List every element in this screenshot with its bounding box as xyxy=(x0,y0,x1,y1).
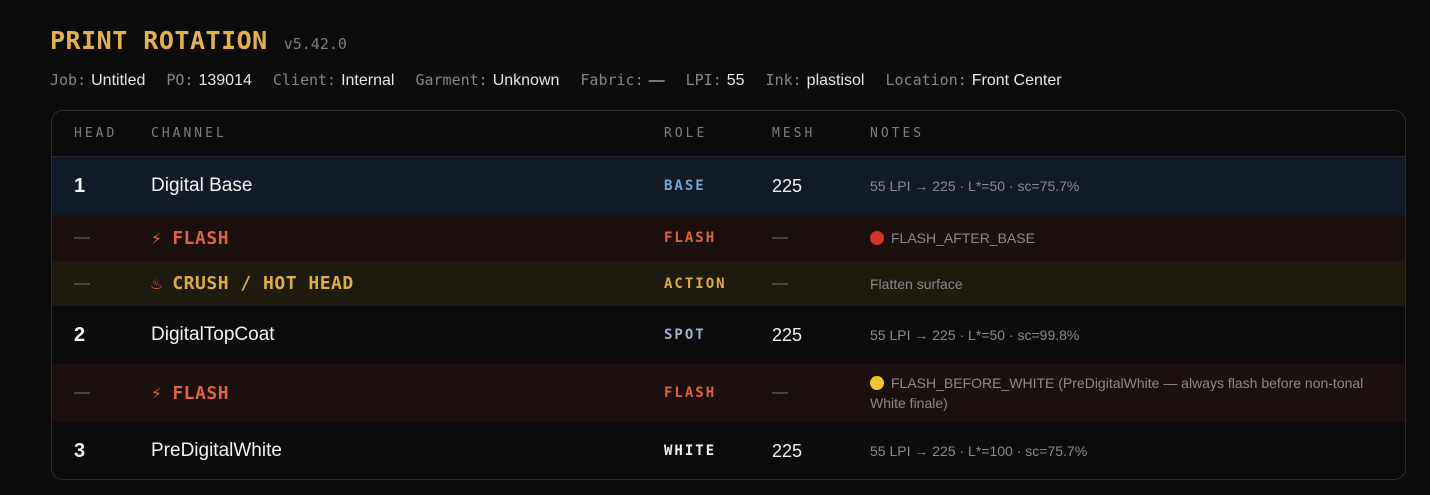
notes-text: FLASH_AFTER_BASE xyxy=(891,230,1035,246)
mesh-value: — xyxy=(772,274,788,292)
mesh-value: — xyxy=(772,229,788,246)
version-label: v5.42.0 xyxy=(283,35,347,53)
meta-client: Client: Internal xyxy=(272,71,395,89)
notes-text: 55 LPI → 225 · L*=100 · sc=75.7% xyxy=(870,443,1088,459)
mesh-value: 225 xyxy=(772,324,803,345)
header: PRINT ROTATION v5.42.0 Job: Untitled PO: 1… xyxy=(50,26,1083,90)
mesh-value: 225 xyxy=(772,440,803,461)
meta-po: PO: 139014 xyxy=(166,71,252,89)
yellow-circle-icon xyxy=(870,376,884,390)
channel-name: FLASH xyxy=(172,227,230,249)
meta-ink: Ink: plastisol xyxy=(765,71,865,89)
channel-name: PreDigitalWhite xyxy=(151,440,282,461)
table-header: HEAD CHANNEL ROLE MESH NOTES xyxy=(52,111,1405,157)
head-empty: — xyxy=(74,229,90,246)
head-empty: — xyxy=(74,274,90,292)
table-row[interactable]: 2 DigitalTopCoat SPOT 225 55 LPI → 225 ·… xyxy=(52,306,1405,364)
meta-job: Job: Untitled xyxy=(50,71,146,89)
table-row-flash[interactable]: — ⚡ FLASH FLASH — FLASH_BEFORE_WHITE (Pre… xyxy=(52,364,1405,422)
table-row[interactable]: 1 Digital Base BASE 225 55 LPI → 225 · L… xyxy=(52,157,1405,215)
lightning-icon: ⚡ xyxy=(151,382,163,404)
notes-text: 55 LPI → 225 · L*=50 · sc=75.7% xyxy=(870,178,1080,194)
channel-name: Digital Base xyxy=(151,175,253,196)
head-empty: — xyxy=(74,384,90,401)
table-row[interactable]: 3 PreDigitalWhite WHITE 225 55 LPI → 225… xyxy=(52,422,1405,479)
role-badge: FLASH xyxy=(664,230,717,246)
channel-name: FLASH xyxy=(172,382,230,404)
column-header-notes: NOTES xyxy=(870,126,925,141)
head-number: 3 xyxy=(74,439,86,462)
role-badge: WHITE xyxy=(664,443,717,459)
role-badge: SPOT xyxy=(664,327,706,343)
head-number: 1 xyxy=(74,174,86,197)
rotation-table: HEAD CHANNEL ROLE MESH NOTES 1 Digital B… xyxy=(51,110,1406,480)
page-title: PRINT ROTATION xyxy=(50,26,268,55)
job-meta-bar: Job: Untitled PO: 139014 Client: Internal G… xyxy=(50,71,1083,90)
table-row-action[interactable]: — ♨ CRUSH / HOT HEAD ACTION — Flatten sur… xyxy=(52,261,1405,306)
table-row-flash[interactable]: — ⚡ FLASH FLASH — FLASH_AFTER_BASE xyxy=(52,215,1405,261)
channel-name: DigitalTopCoat xyxy=(151,324,275,345)
notes-text: FLASH_BEFORE_WHITE (PreDigitalWhite — al… xyxy=(870,375,1364,411)
mesh-value: — xyxy=(772,384,788,401)
meta-lpi: LPI: 55 xyxy=(685,71,745,89)
role-badge: ACTION xyxy=(664,275,727,292)
meta-garment: Garment: Unknown xyxy=(415,71,560,89)
column-header-channel: CHANNEL xyxy=(151,126,227,141)
column-header-role: ROLE xyxy=(664,126,708,141)
hot-springs-icon: ♨ xyxy=(151,273,163,294)
meta-location: Location: Front Center xyxy=(885,71,1062,89)
red-circle-icon xyxy=(870,231,884,245)
column-header-head: HEAD xyxy=(74,126,118,141)
meta-fabric: Fabric: — xyxy=(580,71,665,89)
notes-text: 55 LPI → 225 · L*=50 · sc=99.8% xyxy=(870,327,1080,343)
lightning-icon: ⚡ xyxy=(151,227,163,249)
role-badge: BASE xyxy=(664,178,706,194)
head-number: 2 xyxy=(74,323,86,346)
mesh-value: 225 xyxy=(772,175,803,196)
channel-name: CRUSH / HOT HEAD xyxy=(172,273,354,294)
column-header-mesh: MESH xyxy=(772,126,816,141)
role-badge: FLASH xyxy=(664,385,717,401)
notes-text: Flatten surface xyxy=(870,275,963,292)
